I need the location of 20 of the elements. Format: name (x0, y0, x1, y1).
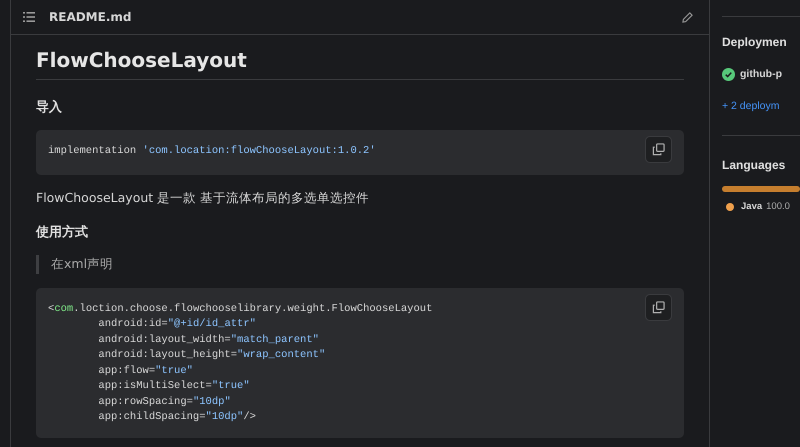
copy-button[interactable] (645, 136, 672, 162)
readme-title: FlowChooseLayout (36, 45, 684, 80)
section-heading: Languages (722, 156, 786, 174)
copy-icon (652, 142, 665, 156)
code-text: <com.loction.choose.flowchooselibrary.weight.FlowChooseLayout android:id="@+id/id_attr" android:layout_width="match_parent" android:layout_height="wrap_content" app:flow="true" app:isMultiSelect="true" app:rowSpacing="10dp" app:childSpacing="10dp"/> (48, 302, 432, 425)
file-name: README.md (49, 9, 132, 26)
language-percent: 100.0 (766, 200, 790, 214)
section-heading: Deploymen (722, 34, 788, 51)
section-heading: 导入 (36, 98, 63, 117)
code-text: implementation 'com.location:flowChooseLayout:1.0.2' (48, 144, 376, 158)
pencil-icon[interactable] (682, 12, 693, 22)
copy-icon (652, 300, 665, 314)
paragraph-text: FlowChooseLayout 是一款 基于流体布局的多选单选控件 (36, 188, 370, 207)
list-icon[interactable] (23, 12, 35, 22)
copy-button[interactable] (645, 294, 672, 320)
section-heading: 使用方式 (36, 224, 89, 242)
deployments-link[interactable]: + 2 deploym (722, 98, 800, 114)
language-name: Java (741, 200, 762, 214)
blockquote-text: 在xml声明 (36, 254, 684, 274)
deployment-item[interactable]: github-p (722, 67, 800, 83)
